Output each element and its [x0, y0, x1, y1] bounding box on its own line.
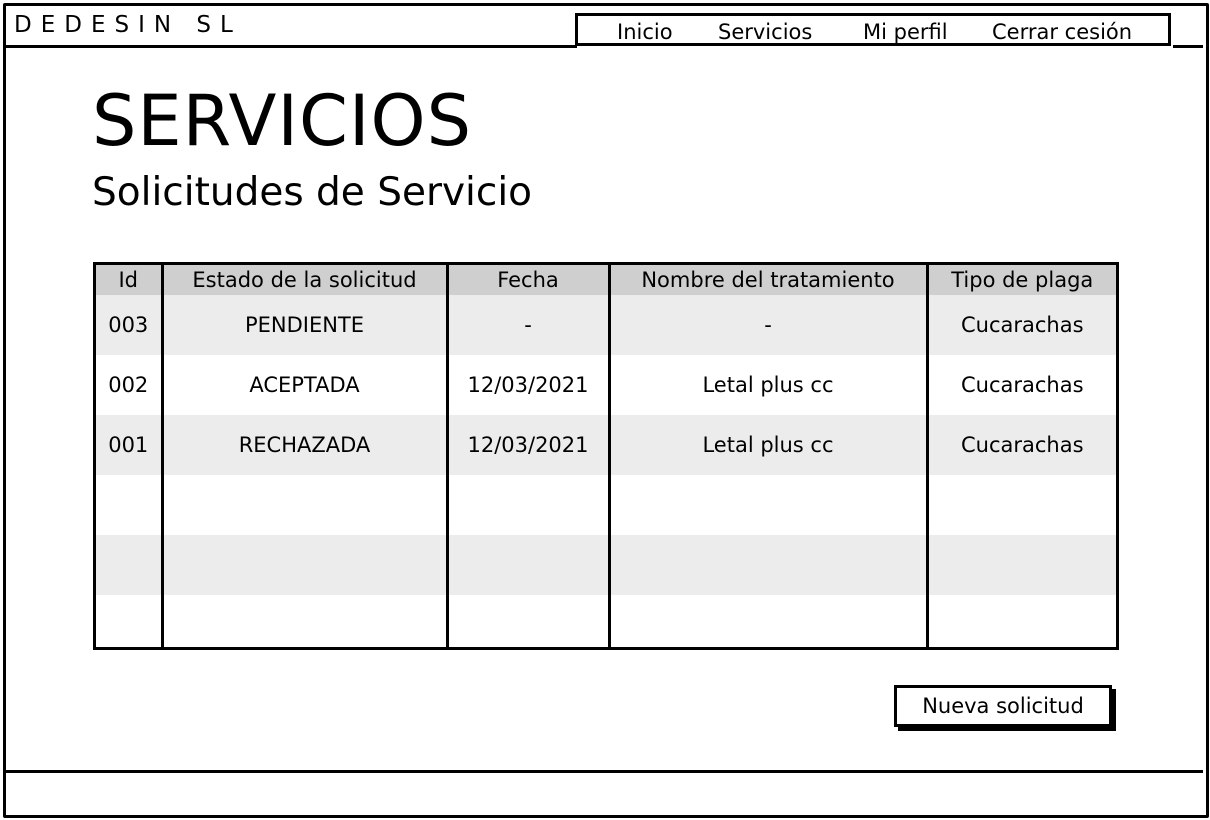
cell-tratamiento [607, 475, 927, 535]
cell-id: 001 [96, 415, 162, 475]
table-header-row: Id Estado de la solicitud Fecha Nombre d… [96, 265, 1116, 295]
brand-logo-text: DEDESIN SL [14, 12, 242, 38]
header-divider [5, 45, 577, 48]
cell-fecha [445, 595, 609, 647]
table-row-empty [96, 475, 1116, 535]
new-request-button[interactable]: Nueva solicitud [894, 685, 1112, 727]
table-row-empty [96, 535, 1116, 595]
nav-item-mi-perfil[interactable]: Mi perfil [863, 20, 948, 44]
cell-estado [160, 535, 447, 595]
table-row[interactable]: 002 ACEPTADA 12/03/2021 Letal plus cc Cu… [96, 355, 1116, 415]
column-header-tipo-plaga: Tipo de plaga [925, 265, 1116, 295]
cell-tratamiento: - [607, 295, 927, 355]
cell-tipo-plaga [925, 535, 1116, 595]
cell-estado [160, 595, 447, 647]
top-nav: Inicio Servicios Mi perfil Cerrar cesión [575, 13, 1171, 46]
column-header-fecha: Fecha [445, 265, 609, 295]
table-row[interactable]: 003 PENDIENTE - - Cucarachas [96, 295, 1116, 355]
cell-estado: RECHAZADA [160, 415, 447, 475]
cell-id: 003 [96, 295, 162, 355]
page-subtitle: Solicitudes de Servicio [92, 170, 533, 215]
cell-id [96, 535, 162, 595]
cell-tratamiento: Letal plus cc [607, 415, 927, 475]
cell-tipo-plaga: Cucarachas [925, 355, 1116, 415]
header-divider-right [1173, 45, 1203, 48]
column-header-estado: Estado de la solicitud [160, 265, 447, 295]
cell-fecha [445, 535, 609, 595]
table-row-empty [96, 595, 1116, 647]
nav-item-inicio[interactable]: Inicio [617, 20, 673, 44]
cell-tratamiento [607, 535, 927, 595]
cell-fecha: 12/03/2021 [445, 355, 609, 415]
cell-tratamiento: Letal plus cc [607, 355, 927, 415]
cell-id: 002 [96, 355, 162, 415]
cell-tratamiento [607, 595, 927, 647]
nav-item-servicios[interactable]: Servicios [718, 20, 812, 44]
cell-tipo-plaga: Cucarachas [925, 295, 1116, 355]
cell-fecha: - [445, 295, 609, 355]
column-header-tratamiento: Nombre del tratamiento [607, 265, 927, 295]
column-header-id: Id [96, 265, 162, 295]
cell-estado: PENDIENTE [160, 295, 447, 355]
cell-id [96, 595, 162, 647]
nav-item-cerrar-sesion[interactable]: Cerrar cesión [992, 20, 1132, 44]
cell-fecha: 12/03/2021 [445, 415, 609, 475]
cell-fecha [445, 475, 609, 535]
cell-estado [160, 475, 447, 535]
cell-tipo-plaga [925, 595, 1116, 647]
cell-estado: ACEPTADA [160, 355, 447, 415]
requests-table: Id Estado de la solicitud Fecha Nombre d… [93, 262, 1119, 650]
footer-divider [5, 770, 1203, 773]
table-row[interactable]: 001 RECHAZADA 12/03/2021 Letal plus cc C… [96, 415, 1116, 475]
cell-tipo-plaga [925, 475, 1116, 535]
cell-id [96, 475, 162, 535]
page-title: SERVICIOS [92, 80, 473, 162]
cell-tipo-plaga: Cucarachas [925, 415, 1116, 475]
